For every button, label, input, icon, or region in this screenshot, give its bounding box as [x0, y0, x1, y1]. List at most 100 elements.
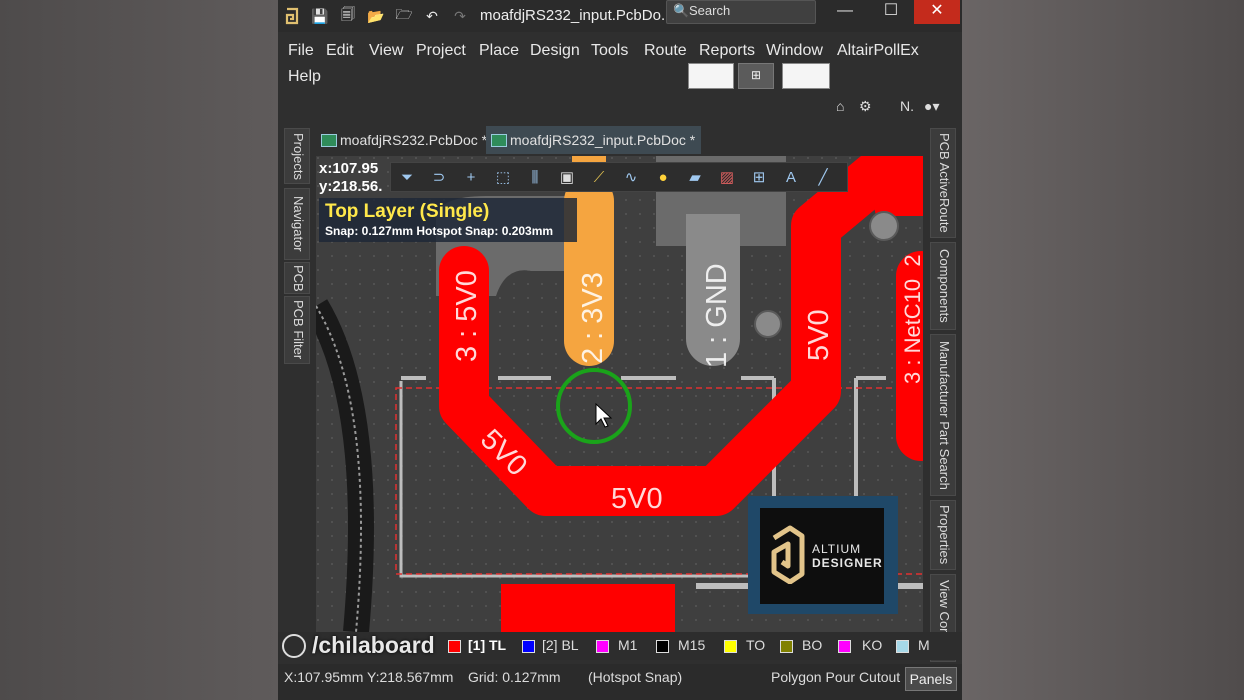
- layer-swatch-m: [896, 640, 909, 653]
- title-bar: 💾 🗐 📂 🗁 ↶ ↷ moafdjRS232_input.PcbDo... 🔍…: [278, 0, 962, 32]
- close-button[interactable]: ✕: [914, 0, 960, 24]
- select-rect-icon[interactable]: ⬚: [487, 168, 519, 186]
- pcb-canvas[interactable]: 3 : 5V0 2 : 3V3 1 : GND 5V0 5V0 5V0 3 : …: [316, 156, 923, 632]
- status-coords: X:107.95mm Y:218.567mm: [284, 669, 454, 685]
- menu-tools[interactable]: Tools: [591, 42, 628, 60]
- panel-tab-projects[interactable]: Projects: [284, 128, 310, 184]
- toolbar-field-2[interactable]: [782, 63, 830, 89]
- via: [754, 310, 782, 338]
- save-icon[interactable]: 💾: [310, 6, 330, 26]
- status-bar: X:107.95mm Y:218.567mm Grid: 0.127mm (Ho…: [278, 664, 962, 700]
- panels-button[interactable]: Panels: [905, 667, 957, 691]
- menu-help[interactable]: Help: [288, 68, 321, 86]
- maximize-button[interactable]: ☐: [868, 0, 914, 24]
- hud-snap-info: Snap: 0.127mm Hotspot Snap: 0.203mm: [325, 224, 554, 238]
- status-grid: Grid: 0.127mm: [468, 669, 561, 685]
- filter-icon[interactable]: ⏷: [391, 169, 423, 186]
- layer-tab-bo[interactable]: BO: [802, 637, 822, 653]
- crosshair-icon[interactable]: +: [455, 169, 487, 186]
- panel-tab-pcb-activeroute[interactable]: PCB ActiveRoute: [930, 128, 956, 238]
- panel-tab-pcb[interactable]: PCB: [284, 262, 310, 294]
- panel-tab-pcb-filter[interactable]: PCB Filter: [284, 296, 310, 364]
- doc-tab-rs232[interactable]: moafdjRS232.PcbDoc *: [316, 126, 493, 154]
- layer-tab-m15[interactable]: M15: [678, 637, 705, 653]
- panel-tab-navigator[interactable]: Navigator: [284, 188, 310, 260]
- search-icon: 🔍: [673, 3, 690, 18]
- altium-designer-logo: ALTIUM DESIGNER: [748, 496, 898, 614]
- menu-route[interactable]: Route: [644, 42, 687, 60]
- active-bar: ⏷ ⊃ + ⬚ ⫼ ▣ ⟋ ∿ ● ▰ ▨ ⊞ A ╱: [390, 162, 848, 192]
- dimension-icon[interactable]: ⊞: [743, 168, 775, 186]
- pcb-doc-icon: [321, 134, 337, 147]
- via-icon[interactable]: ●: [647, 169, 679, 186]
- pad-label-5v0: 3 : 5V0: [451, 270, 483, 362]
- film-reel-icon: [282, 634, 306, 658]
- layer-tab-ko[interactable]: KO: [862, 637, 882, 653]
- polygon-icon[interactable]: ▰: [679, 168, 711, 186]
- layer-tab-to[interactable]: TO: [746, 637, 765, 653]
- align-icon[interactable]: ⫼: [519, 169, 551, 186]
- layer-tab-m1[interactable]: M1: [618, 637, 637, 653]
- menu-window[interactable]: Window: [766, 42, 823, 60]
- menu-reports[interactable]: Reports: [699, 42, 755, 60]
- line-icon[interactable]: ╱: [807, 168, 839, 186]
- panel-tab-components[interactable]: Components: [930, 242, 956, 330]
- layer-swatch-m15: [656, 640, 669, 653]
- search-placeholder: Search: [689, 3, 731, 18]
- save-all-icon[interactable]: 🗐: [338, 6, 358, 26]
- layer-swatch-bl: [522, 640, 535, 653]
- route-icon[interactable]: ⟋: [583, 169, 615, 186]
- snap-magnet-icon[interactable]: ⊃: [423, 168, 455, 186]
- hud-x: x:107.95: [319, 160, 379, 177]
- account-icon[interactable]: ●▾: [924, 98, 939, 115]
- pad-label-netc10: 3 : NetC10_2: [900, 254, 923, 384]
- panel-tab-manufacturer-part-search[interactable]: Manufacturer Part Search: [930, 334, 956, 496]
- add-comment-icon: ⊞: [750, 68, 762, 82]
- menu-file[interactable]: File: [288, 42, 314, 60]
- layer-tab-m[interactable]: M: [918, 637, 930, 653]
- redo-icon[interactable]: ↷: [450, 6, 470, 26]
- gear-icon[interactable]: ⚙: [859, 98, 872, 115]
- status-mode: Polygon Pour Cutout (: [771, 669, 909, 685]
- heads-up-display: x:107.95 y:218.56. Top Layer (Single) Sn…: [319, 160, 577, 242]
- pad-label-3v3: 2 : 3V3: [577, 272, 609, 364]
- net-label-5v0-c: 5V0: [803, 309, 835, 361]
- net-label-5v0-b: 5V0: [611, 483, 663, 515]
- menu-place[interactable]: Place: [479, 42, 519, 60]
- menu-project[interactable]: Project: [416, 42, 466, 60]
- toolbar-add-button[interactable]: ⊞: [738, 63, 774, 89]
- undo-icon[interactable]: ↶: [422, 6, 442, 26]
- panel-tab-properties[interactable]: Properties: [930, 500, 956, 570]
- watermark-text: /chilaboard: [312, 632, 435, 658]
- background-right: [962, 0, 1244, 700]
- menu-edit[interactable]: Edit: [326, 42, 354, 60]
- layer-swatch-tl: [448, 640, 461, 653]
- logo-background: ALTIUM DESIGNER: [760, 508, 884, 604]
- menu-view[interactable]: View: [369, 42, 403, 60]
- menu-design[interactable]: Design: [530, 42, 580, 60]
- toolbar-field-1[interactable]: [688, 63, 734, 89]
- logo-text-line2: DESIGNER: [812, 556, 883, 570]
- layer-swatch-m1: [596, 640, 609, 653]
- layer-swatch-ko: [838, 640, 851, 653]
- doc-tab-label: moafdjRS232.PcbDoc *: [340, 132, 488, 148]
- pcb-doc-icon: [491, 134, 507, 147]
- doc-tab-rs232-input[interactable]: moafdjRS232_input.PcbDoc *: [486, 126, 702, 154]
- altium-logo-icon: [282, 6, 302, 26]
- open-folder-icon[interactable]: 📂: [366, 6, 386, 26]
- menu-altairpollex[interactable]: AltairPollEx: [837, 42, 919, 60]
- keepout-icon[interactable]: ▨: [711, 168, 743, 186]
- layer-tab-tl[interactable]: [1] TL: [468, 637, 506, 653]
- minimize-button[interactable]: —: [822, 0, 868, 24]
- via-2: [869, 211, 899, 241]
- search-box[interactable]: 🔍 Search: [666, 0, 816, 24]
- home-icon[interactable]: ⌂: [836, 98, 844, 114]
- layer-tab-bl[interactable]: [2] BL: [542, 637, 579, 653]
- open-project-icon[interactable]: 🗁: [394, 6, 414, 26]
- interactive-tune-icon[interactable]: ∿: [615, 168, 647, 186]
- text-icon[interactable]: A: [775, 169, 807, 186]
- status-snap: (Hotspot Snap): [588, 669, 683, 685]
- layer-swatch-bo: [780, 640, 793, 653]
- pad-label-gnd: 1 : GND: [701, 263, 733, 368]
- component-icon[interactable]: ▣: [551, 168, 583, 186]
